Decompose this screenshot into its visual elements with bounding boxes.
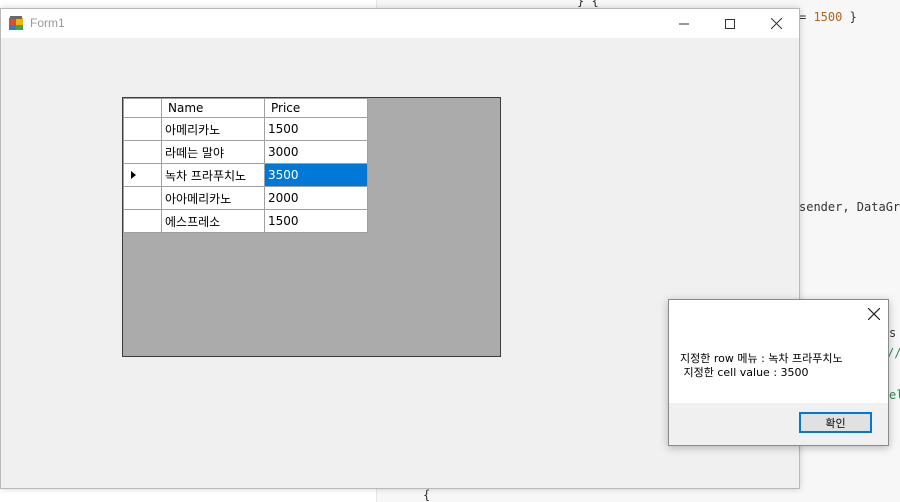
cell-name[interactable]: 아아메리카노 bbox=[161, 186, 265, 210]
minimize-button[interactable] bbox=[661, 9, 707, 38]
message-box-footer: 확인 bbox=[669, 403, 888, 445]
row-header[interactable] bbox=[123, 117, 162, 141]
message-text: 지정한 row 메뉴 : 녹차 프라푸치노 지정한 cell value : 3… bbox=[680, 352, 843, 380]
cell-price[interactable]: 1500 bbox=[264, 117, 368, 141]
cell-price[interactable]: 2000 bbox=[264, 186, 368, 210]
current-row-arrow-icon bbox=[131, 171, 136, 179]
cell-price[interactable]: 1500 bbox=[264, 209, 368, 233]
table-row[interactable]: 아아메리카노 2000 bbox=[123, 186, 368, 210]
cell-name[interactable]: 에스프레소 bbox=[161, 209, 265, 233]
window-title: Form1 bbox=[30, 16, 65, 30]
data-grid-view[interactable]: Name Price 아메리카노 1500 라떼는 말야 3000 녹차 프라푸… bbox=[122, 97, 501, 357]
minimize-icon bbox=[679, 23, 689, 24]
cell-name[interactable]: 아메리카노 bbox=[161, 117, 265, 141]
form-app-icon bbox=[9, 16, 23, 30]
column-header-price[interactable]: Price bbox=[264, 98, 368, 118]
code-line: el bbox=[889, 388, 900, 402]
message-line-2: 지정한 cell value : 3500 bbox=[680, 366, 809, 379]
table-row[interactable]: 녹차 프라푸치노 3500 bbox=[123, 163, 368, 187]
close-button[interactable] bbox=[753, 9, 799, 38]
title-bar[interactable]: Form1 bbox=[1, 9, 799, 38]
close-icon bbox=[770, 18, 782, 29]
table-row[interactable]: 에스프레소 1500 bbox=[123, 209, 368, 233]
row-header[interactable] bbox=[123, 186, 162, 210]
maximize-icon bbox=[725, 18, 735, 29]
code-line: s bbox=[889, 326, 897, 340]
top-left-header-cell[interactable] bbox=[123, 98, 162, 118]
code-line: = 1500 } bbox=[799, 10, 857, 24]
code-line: sender, DataGri bbox=[799, 200, 900, 214]
data-grid-table: Name Price 아메리카노 1500 라떼는 말야 3000 녹차 프라푸… bbox=[123, 98, 368, 233]
code-line: } { bbox=[577, 0, 606, 8]
cell-name[interactable]: 라떼는 말야 bbox=[161, 140, 265, 164]
maximize-button[interactable] bbox=[707, 9, 753, 38]
row-header[interactable] bbox=[123, 140, 162, 164]
cell-name[interactable]: 녹차 프라푸치노 bbox=[161, 163, 265, 187]
table-row[interactable]: 아메리카노 1500 bbox=[123, 117, 368, 141]
row-header[interactable] bbox=[123, 163, 162, 187]
close-icon[interactable] bbox=[868, 308, 880, 320]
cell-price-selected[interactable]: 3500 bbox=[264, 163, 368, 187]
ok-button[interactable]: 확인 bbox=[799, 412, 872, 433]
row-header[interactable] bbox=[123, 209, 162, 233]
message-line-1: 지정한 row 메뉴 : 녹차 프라푸치노 bbox=[680, 352, 843, 365]
code-line: { bbox=[423, 488, 431, 502]
message-box-dialog: 지정한 row 메뉴 : 녹차 프라푸치노 지정한 cell value : 3… bbox=[668, 299, 889, 446]
table-row[interactable]: 라떼는 말야 3000 bbox=[123, 140, 368, 164]
column-header-name[interactable]: Name bbox=[161, 98, 265, 118]
column-header-row: Name Price bbox=[123, 98, 368, 118]
cell-price[interactable]: 3000 bbox=[264, 140, 368, 164]
